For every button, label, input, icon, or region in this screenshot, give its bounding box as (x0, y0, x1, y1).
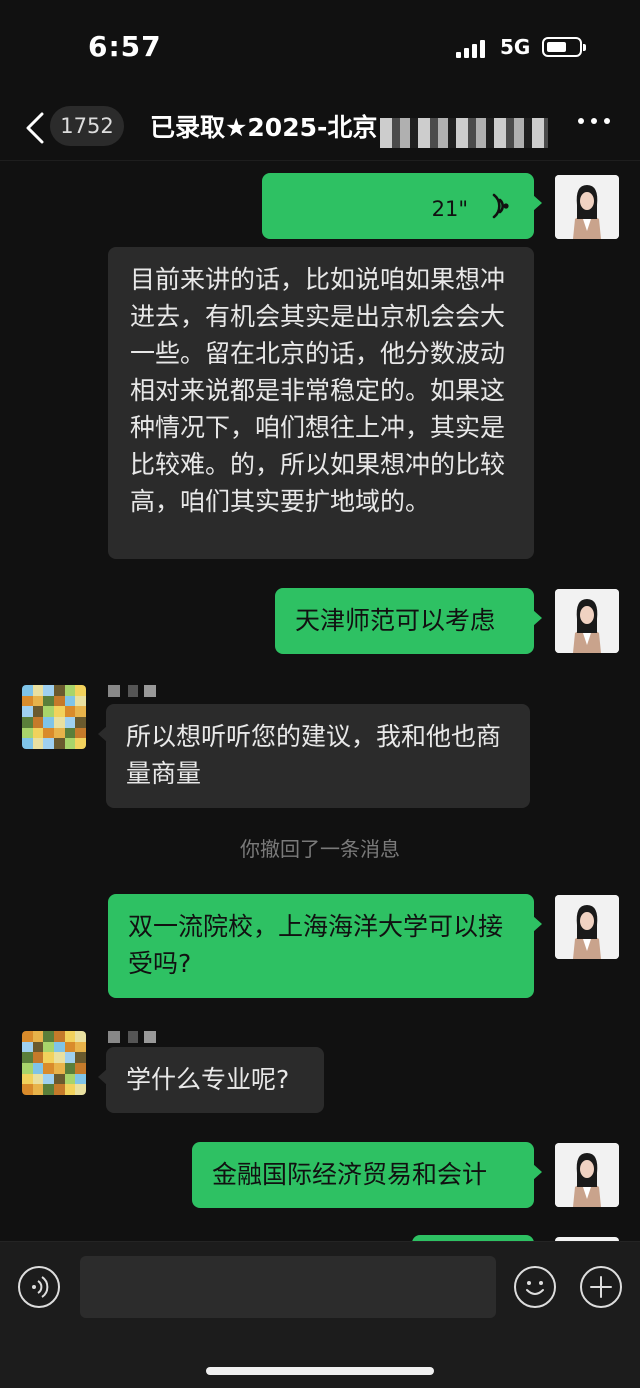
message-text: 天津师范可以考虑 (295, 606, 496, 635)
network-type: 5G (500, 35, 531, 59)
message-bubble-text[interactable]: 所以想听听您的建议，我和他也商量商量 (98, 704, 530, 808)
message-text: 学什么专业呢? (126, 1065, 290, 1094)
status-bar: 6:57 5G (0, 0, 640, 96)
add-icon[interactable] (580, 1266, 622, 1308)
self-avatar[interactable] (555, 589, 619, 653)
contact-avatar[interactable] (22, 1031, 86, 1095)
message-bubble-text[interactable]: 目前来讲的话，比如说咱如果想冲进去，有机会其实是出京机会会大一些。留在北京的话，… (108, 247, 534, 559)
message-text: 所以想听听您的建议，我和他也商量商量 (126, 722, 502, 788)
message-input[interactable] (80, 1256, 496, 1318)
message-text: 双一流院校，上海海洋大学可以接受吗? (128, 912, 504, 978)
title-redaction-mosaic (380, 118, 548, 148)
unread-count-badge[interactable]: 1752 (50, 106, 124, 146)
self-avatar[interactable] (555, 1143, 619, 1207)
voice-duration: 21" (431, 197, 468, 221)
contact-nickname-redacted (108, 685, 156, 697)
self-avatar[interactable] (555, 895, 619, 959)
contact-avatar[interactable] (22, 685, 86, 749)
signal-strength-icon (456, 38, 492, 58)
message-list[interactable]: 21" 目前来讲的话，比如说咱如果想冲进去，有机会其实是出京机会会大一些。留在北… (0, 161, 640, 1241)
input-toolbar (0, 1241, 640, 1388)
system-notice-recalled: 你撤回了一条消息 (240, 837, 400, 861)
back-chevron-icon[interactable] (24, 108, 48, 148)
message-text: 金融国际经济贸易和会计 (212, 1160, 488, 1189)
status-time: 6:57 (88, 30, 162, 63)
battery-icon (542, 37, 586, 57)
voice-message-bubble[interactable]: 21" (262, 173, 542, 239)
message-bubble-text[interactable]: 金融国际经济贸易和会计 (192, 1142, 542, 1208)
message-bubble-text[interactable]: 学什么专业呢? (98, 1047, 324, 1113)
more-icon[interactable] (578, 118, 610, 130)
self-avatar[interactable] (555, 175, 619, 239)
home-indicator[interactable] (206, 1367, 434, 1375)
voice-wave-icon (492, 193, 509, 219)
message-bubble-text[interactable]: 双一流院校，上海海洋大学可以接受吗? (108, 894, 542, 998)
message-bubble-text[interactable]: 天津师范可以考虑 (275, 588, 542, 654)
voice-input-icon[interactable] (18, 1266, 60, 1308)
emoji-icon[interactable] (514, 1266, 556, 1308)
contact-nickname-redacted (108, 1031, 156, 1043)
chat-title: 已录取★2025-北京 (150, 113, 378, 142)
message-text: 目前来讲的话，比如说咱如果想冲进去，有机会其实是出京机会会大一些。留在北京的话，… (130, 265, 506, 516)
